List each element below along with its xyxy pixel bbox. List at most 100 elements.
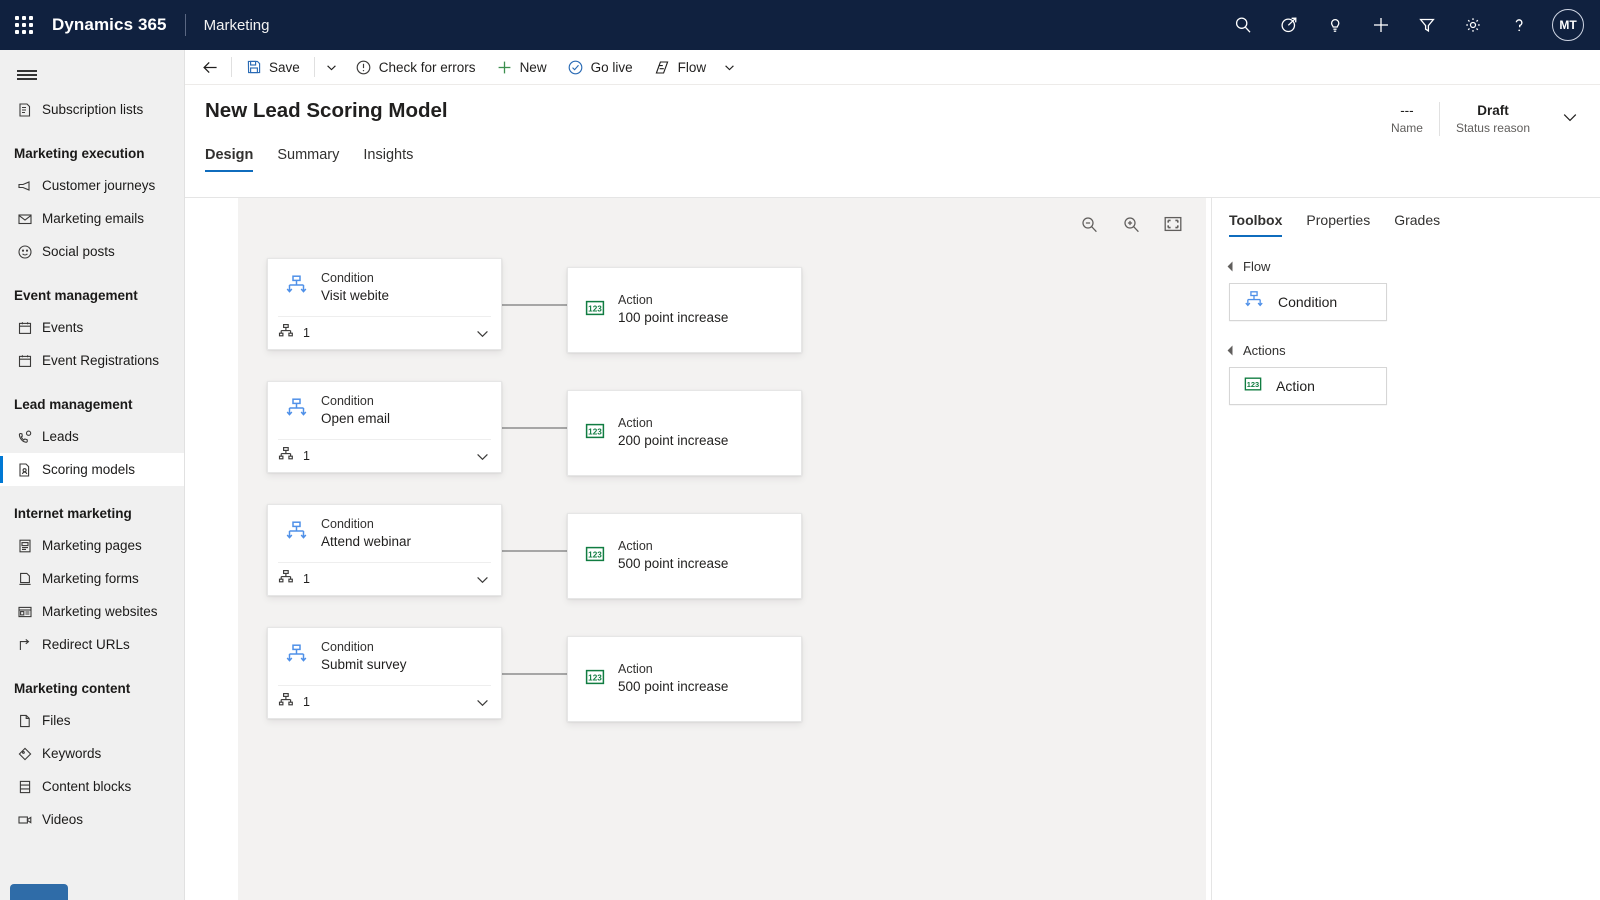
sidebar-item-social-posts[interactable]: Social posts <box>0 235 185 268</box>
node-kind-label: Action <box>618 662 653 677</box>
hierarchy-icon <box>278 569 294 590</box>
back-button[interactable] <box>193 51 227 83</box>
sidebar-item-customer-journeys[interactable]: Customer journeys <box>0 169 185 202</box>
action-123-icon: 123 <box>584 420 606 447</box>
expand-chevron-down-icon[interactable] <box>474 448 491 465</box>
save-options-chevron-down-icon[interactable] <box>319 51 345 83</box>
node-kind-label: Action <box>618 539 653 554</box>
condition-card-body: Condition Open email <box>268 382 501 439</box>
sidebar-item-marketing-emails[interactable]: Marketing emails <box>0 202 185 235</box>
connector-line <box>502 673 567 675</box>
hierarchy-icon <box>278 446 294 467</box>
header-expand-chevron-down-icon[interactable] <box>1560 107 1580 132</box>
expand-chevron-down-icon[interactable] <box>474 571 491 588</box>
flow-button[interactable]: Flow <box>643 51 717 83</box>
gear-icon[interactable] <box>1450 0 1496 50</box>
calendar-icon <box>17 320 42 336</box>
toolbox-section-flow[interactable]: Flow <box>1212 237 1600 283</box>
sidebar-item-marketing-pages[interactable]: Marketing pages <box>0 529 185 562</box>
sidebar-item-scoring-models[interactable]: Scoring models <box>0 453 185 486</box>
nav-divider <box>184 14 186 36</box>
condition-text: Condition Attend webinar <box>321 516 411 551</box>
action-card[interactable]: 123 Action 500 point increase <box>567 513 802 599</box>
sidebar-item-content-blocks[interactable]: Content blocks <box>0 770 185 803</box>
action-card[interactable]: 123 Action 500 point increase <box>567 636 802 722</box>
sidebar-item-label: Customer journeys <box>42 178 156 193</box>
node-name-label: Visit webite <box>321 288 390 304</box>
sidebar-item-event-registrations[interactable]: Event Registrations <box>0 344 185 377</box>
zoom-out-icon[interactable] <box>1075 210 1103 238</box>
tab-insights[interactable]: Insights <box>363 147 413 172</box>
new-label: New <box>519 59 547 75</box>
lightbulb-icon[interactable] <box>1312 0 1358 50</box>
condition-text: Condition Submit survey <box>321 639 407 674</box>
save-icon <box>246 59 262 75</box>
action-card[interactable]: 123 Action 200 point increase <box>567 390 802 476</box>
app-launcher-waffle-icon[interactable] <box>0 0 48 50</box>
sidebar-item-marketing-websites[interactable]: Marketing websites <box>0 595 185 628</box>
condition-card-footer: 1 <box>278 685 491 718</box>
expand-chevron-down-icon[interactable] <box>474 694 491 711</box>
expand-chevron-down-icon[interactable] <box>474 325 491 342</box>
status-badge: Draft <box>1477 103 1509 118</box>
avatar[interactable]: MT <box>1552 9 1584 41</box>
sidebar-item-redirect-urls[interactable]: Redirect URLs <box>0 628 185 661</box>
zoom-in-icon[interactable] <box>1117 210 1145 238</box>
condition-text: Condition Open email <box>321 393 390 428</box>
hamburger-menu-icon[interactable] <box>0 57 185 93</box>
hierarchy-icon <box>278 323 294 344</box>
help-icon[interactable] <box>1496 0 1542 50</box>
plus-icon[interactable] <box>1358 0 1404 50</box>
flow-label: Flow <box>677 59 707 75</box>
sidebar-item-events[interactable]: Events <box>0 311 185 344</box>
action-text: Action 200 point increase <box>618 415 728 450</box>
calendar-icon <box>17 353 42 369</box>
area-switcher-button[interactable] <box>10 884 68 900</box>
properties-panel: Toolbox Properties Grades Flow Condition… <box>1211 198 1600 900</box>
top-navigation-bar: Dynamics 365 Marketing MT <box>0 0 1600 50</box>
brand-title[interactable]: Dynamics 365 <box>52 15 167 35</box>
canvas-zoom-controls <box>1075 210 1187 238</box>
go-live-button[interactable]: Go live <box>557 51 643 83</box>
search-icon[interactable] <box>1220 0 1266 50</box>
section-label: Flow <box>1243 259 1271 274</box>
flow-options-chevron-down-icon[interactable] <box>716 51 742 83</box>
check-for-errors-button[interactable]: Check for errors <box>345 51 486 83</box>
flow-canvas[interactable]: Condition Visit webite 1 123 Action 100 … <box>238 198 1211 900</box>
sidebar-item-label: Leads <box>42 429 79 444</box>
sidebar-item-marketing-forms[interactable]: Marketing forms <box>0 562 185 595</box>
sidebar-item-label: Marketing websites <box>42 604 158 619</box>
filter-icon[interactable] <box>1404 0 1450 50</box>
sidebar-item-subscription-lists[interactable]: Subscription lists <box>0 93 185 126</box>
action-card[interactable]: 123 Action 100 point increase <box>567 267 802 353</box>
sidebar-item-keywords[interactable]: Keywords <box>0 737 185 770</box>
toolbox-item-action[interactable]: 123 Action <box>1229 367 1387 405</box>
toolbox-item-condition[interactable]: Condition <box>1229 283 1387 321</box>
toolbox-section-actions[interactable]: Actions <box>1212 321 1600 367</box>
action-123-icon: 123 <box>584 543 606 570</box>
app-name-label[interactable]: Marketing <box>204 17 270 34</box>
condition-card[interactable]: Condition Submit survey 1 <box>267 627 502 719</box>
node-kind-label: Action <box>618 416 653 431</box>
sidebar-item-videos[interactable]: Videos <box>0 803 185 836</box>
new-button[interactable]: New <box>486 51 557 83</box>
save-button[interactable]: Save <box>236 51 310 83</box>
sidebar-item-files[interactable]: Files <box>0 704 185 737</box>
svg-text:123: 123 <box>588 304 602 313</box>
tab-summary[interactable]: Summary <box>277 147 339 172</box>
focused-target-icon[interactable] <box>1266 0 1312 50</box>
command-divider <box>231 57 232 77</box>
tab-design[interactable]: Design <box>205 147 254 172</box>
fit-to-screen-icon[interactable] <box>1159 210 1187 238</box>
redirect-arrow-icon <box>17 637 42 653</box>
save-label: Save <box>269 59 300 75</box>
tab-toolbox[interactable]: Toolbox <box>1229 212 1283 237</box>
tab-properties[interactable]: Properties <box>1306 212 1370 237</box>
condition-card[interactable]: Condition Open email 1 <box>267 381 502 473</box>
condition-card[interactable]: Condition Attend webinar 1 <box>267 504 502 596</box>
tab-grades[interactable]: Grades <box>1394 212 1440 237</box>
name-value: --- <box>1400 103 1414 118</box>
sidebar-item-leads[interactable]: Leads <box>0 420 185 453</box>
condition-card[interactable]: Condition Visit webite 1 <box>267 258 502 350</box>
page-title: New Lead Scoring Model <box>205 99 448 122</box>
